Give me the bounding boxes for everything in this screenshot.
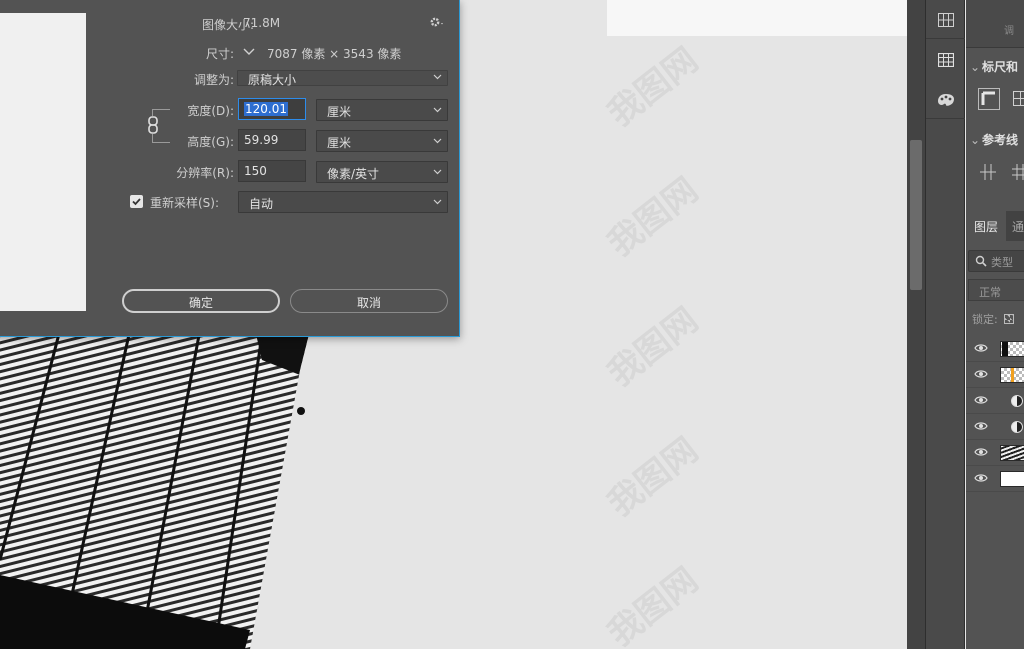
- fit-to-select[interactable]: 原稿大小: [237, 70, 448, 87]
- eye-icon[interactable]: [974, 395, 988, 405]
- scrollbar-thumb[interactable]: [910, 140, 922, 290]
- table-icon[interactable]: [926, 40, 965, 80]
- eye-icon[interactable]: [974, 369, 988, 379]
- palette-icon[interactable]: [926, 80, 965, 120]
- link-icon[interactable]: [147, 116, 159, 134]
- right-panel: 调 ⌄ 标尺和 ⌄ 参考线 图层 通 类型 正常 锁定:: [966, 0, 1024, 649]
- watermark: 我图网: [600, 40, 706, 135]
- lock-transparent-icon[interactable]: [1004, 314, 1015, 324]
- lock-label: 锁定:: [972, 313, 998, 326]
- image-preview: [0, 13, 86, 311]
- eye-icon[interactable]: [974, 447, 988, 457]
- rulers-section-title: 标尺和: [982, 60, 1019, 74]
- resolution-unit-select[interactable]: 像素/英寸: [316, 161, 448, 183]
- resolution-label: 分辨率(R):: [176, 166, 234, 180]
- chevron-down-icon: [433, 169, 442, 175]
- chevron-down-icon: [433, 199, 442, 205]
- chevron-down-icon: [433, 107, 442, 113]
- layer-thumbnail: [1000, 367, 1024, 383]
- tab-channels[interactable]: 通: [1012, 218, 1024, 235]
- grid-icon[interactable]: [926, 0, 965, 40]
- chevron-down-icon: ⌄: [970, 60, 981, 74]
- eye-icon[interactable]: [974, 473, 988, 483]
- blend-mode-select[interactable]: 正常: [968, 279, 1024, 301]
- panel-header-text: 调: [1004, 26, 1014, 37]
- checkmark-icon: [132, 198, 141, 206]
- layer-thumbnail: [1000, 445, 1024, 461]
- height-label: 高度(G):: [187, 135, 234, 149]
- divider: [926, 118, 965, 119]
- layer-row[interactable]: [966, 414, 1024, 440]
- layer-row[interactable]: [966, 388, 1024, 414]
- building-photo: [0, 330, 310, 649]
- watermark: 我图网: [600, 430, 706, 525]
- lock-row: 锁定:: [972, 311, 1015, 327]
- eye-icon[interactable]: [974, 343, 988, 353]
- guide-grid-icon[interactable]: [1010, 162, 1024, 184]
- fit-to-value: 原稿大小: [248, 73, 297, 87]
- adjustment-layer-icon: [1011, 395, 1023, 407]
- gear-icon[interactable]: [429, 16, 445, 31]
- layer-row[interactable]: [966, 336, 1024, 362]
- cancel-button[interactable]: 取消: [290, 289, 448, 313]
- width-input[interactable]: 120.01: [238, 98, 306, 120]
- layers-tabbar: 图层 通: [966, 211, 1024, 241]
- image-size-dialog: 图像大小: 71.8M 尺寸: 7087 像素 × 3543 像素 调整为: 原…: [0, 0, 460, 337]
- width-label: 宽度(D):: [187, 104, 234, 118]
- layer-thumbnail: [1000, 341, 1024, 357]
- ok-button[interactable]: 确定: [122, 289, 280, 313]
- layer-row[interactable]: [966, 466, 1024, 492]
- divider: [926, 38, 965, 39]
- grid-toggle-icon[interactable]: [1010, 88, 1024, 110]
- width-unit-select[interactable]: 厘米: [316, 99, 448, 121]
- width-unit-value: 厘米: [327, 105, 352, 119]
- guides-section-header[interactable]: ⌄ 参考线: [970, 131, 1018, 148]
- canvas-white-strip: [607, 0, 907, 36]
- resample-checkbox[interactable]: [130, 195, 143, 208]
- watermark: 我图网: [600, 560, 706, 649]
- layer-filter-placeholder: 类型: [991, 256, 1013, 269]
- dimensions-label: 尺寸:: [205, 47, 234, 61]
- resample-value: 自动: [249, 197, 274, 211]
- guide-icon[interactable]: [978, 162, 1000, 184]
- height-unit-select[interactable]: 厘米: [316, 130, 448, 152]
- layer-filter-input[interactable]: 类型: [968, 250, 1024, 272]
- width-value: 120.01: [244, 102, 288, 116]
- watermark: 我图网: [600, 170, 706, 265]
- height-input[interactable]: 59.99: [238, 129, 306, 151]
- resample-label: 重新采样(S):: [150, 196, 220, 210]
- layer-row[interactable]: [966, 362, 1024, 388]
- chevron-down-icon: [433, 138, 442, 144]
- layer-thumbnail: [1000, 471, 1024, 487]
- rulers-section-header[interactable]: ⌄ 标尺和: [970, 58, 1018, 75]
- watermark: 我图网: [600, 300, 706, 395]
- panel-header: 调: [966, 0, 1024, 48]
- resolution-unit-value: 像素/英寸: [327, 167, 380, 181]
- eye-icon[interactable]: [974, 421, 988, 431]
- dimensions-value: 7087 像素 × 3543 像素: [267, 47, 402, 61]
- image-size-value: 71.8M: [243, 16, 281, 30]
- resolution-input[interactable]: 150: [238, 160, 306, 182]
- height-unit-value: 厘米: [327, 136, 352, 150]
- adjustment-layer-icon: [1011, 421, 1023, 433]
- canvas-vertical-scrollbar[interactable]: [907, 0, 925, 649]
- search-icon: [975, 255, 987, 267]
- guides-section-title: 参考线: [982, 133, 1019, 147]
- resample-select[interactable]: 自动: [238, 191, 448, 213]
- chevron-down-icon[interactable]: [243, 46, 255, 60]
- layer-row[interactable]: [966, 440, 1024, 466]
- fit-to-label: 调整为:: [193, 73, 234, 87]
- chevron-down-icon: [433, 74, 442, 80]
- tab-layers[interactable]: 图层: [966, 211, 1006, 241]
- ruler-icon[interactable]: [978, 88, 1000, 110]
- chevron-down-icon: ⌄: [970, 133, 981, 147]
- panel-icon-strip: [925, 0, 965, 649]
